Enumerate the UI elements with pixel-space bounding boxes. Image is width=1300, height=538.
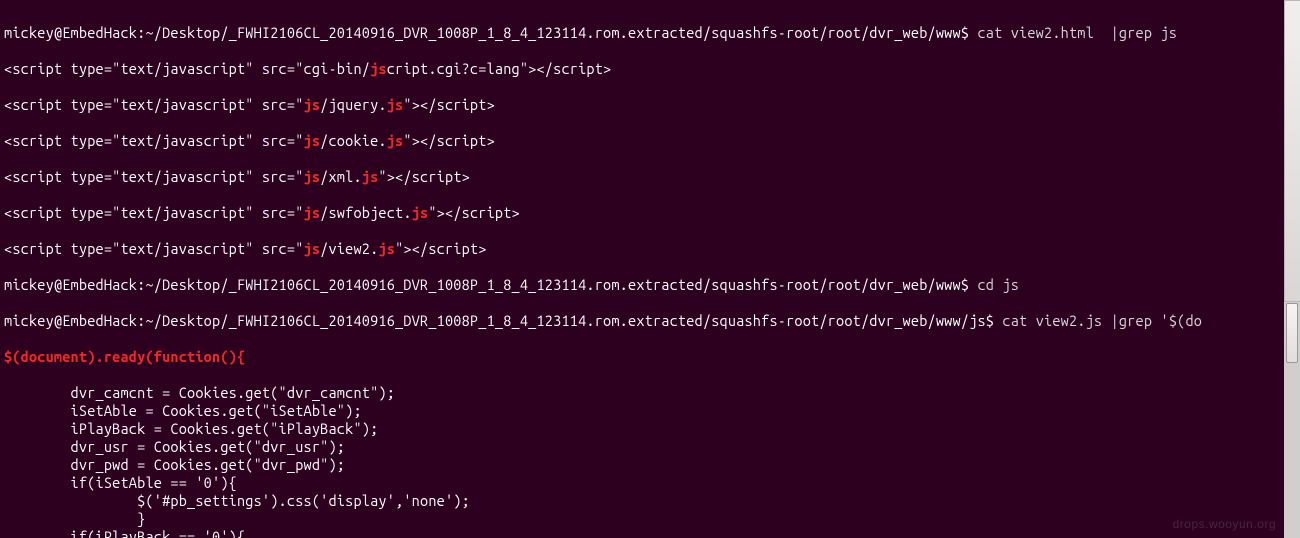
terminal-line: mickey@EmbedHack:~/Desktop/_FWHI2106CL_2… [4,312,1296,330]
terminal-line: if(iPlayBack == '0'){ [4,528,1296,538]
prompt-path: :~/Desktop/_FWHI2106CL_20140916_DVR_1008… [137,276,969,293]
terminal-line: if(iSetAble == '0'){ [4,474,1296,492]
code-block: dvr_camcnt = Cookies.get("dvr_camcnt"); … [4,384,1296,538]
command-text: cat view2.html |grep js [969,24,1177,41]
prompt-user: mickey@EmbedHack [4,276,137,293]
terminal-line: $('#pb_settings').css('display','none'); [4,492,1296,510]
terminal-line: iPlayBack = Cookies.get("iPlayBack"); [4,420,1296,438]
command-text: cd js [969,276,1019,293]
terminal-line: } [4,510,1296,528]
terminal-line: <script type="text/javascript" src="js/v… [4,240,1296,258]
terminal-line: iSetAble = Cookies.get("iSetAble"); [4,402,1296,420]
terminal-line: mickey@EmbedHack:~/Desktop/_FWHI2106CL_2… [4,276,1296,294]
terminal-line: <script type="text/javascript" src="js/x… [4,168,1296,186]
prompt-user: mickey@EmbedHack [4,312,137,329]
terminal-line: <script type="text/javascript" src="js/j… [4,96,1296,114]
terminal-line: mickey@EmbedHack:~/Desktop/_FWHI2106CL_2… [4,24,1296,42]
prompt-path: :~/Desktop/_FWHI2106CL_20140916_DVR_1008… [137,24,969,41]
terminal-line: $(document).ready(function(){ [4,348,1296,366]
terminal-line: dvr_camcnt = Cookies.get("dvr_camcnt"); [4,384,1296,402]
terminal-line: <script type="text/javascript" src="js/c… [4,132,1296,150]
terminal-line: <script type="text/javascript" src="js/s… [4,204,1296,222]
scrollbar-thumb[interactable] [1286,303,1298,363]
terminal-line: <script type="text/javascript" src="cgi-… [4,60,1296,78]
grep-match: $(document).ready(function(){ [4,348,245,365]
terminal-line: dvr_usr = Cookies.get("dvr_usr"); [4,438,1296,456]
terminal-line: dvr_pwd = Cookies.get("dvr_pwd"); [4,456,1296,474]
watermark-text: drops.wooyun.org [1173,515,1276,533]
command-text: cat view2.js |grep '$(do [994,312,1202,329]
prompt-user: mickey@EmbedHack [4,24,137,41]
scrollbar-vertical[interactable] [1284,0,1300,538]
prompt-path: :~/Desktop/_FWHI2106CL_20140916_DVR_1008… [137,312,994,329]
terminal-output[interactable]: mickey@EmbedHack:~/Desktop/_FWHI2106CL_2… [0,0,1300,538]
